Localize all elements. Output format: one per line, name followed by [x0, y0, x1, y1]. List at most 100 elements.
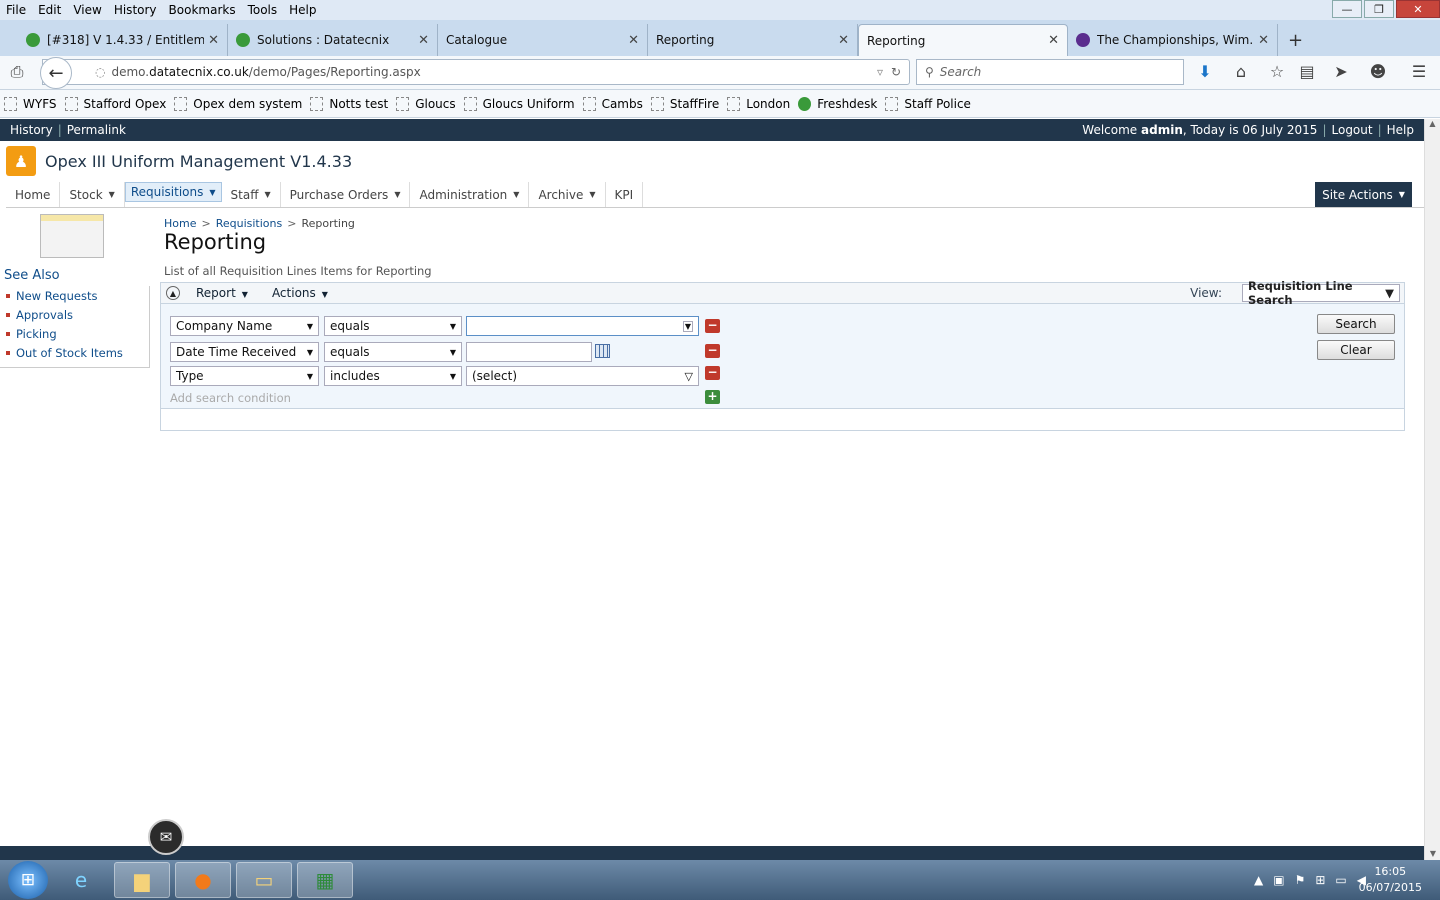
home-icon[interactable]: ⌂: [1230, 62, 1252, 81]
condition-field-select[interactable]: Type ▼: [170, 366, 319, 386]
sidebar-link-picking[interactable]: Picking: [6, 324, 149, 343]
logout-link[interactable]: Logout: [1332, 123, 1373, 137]
sidebar-link-new-requests[interactable]: New Requests: [6, 286, 149, 305]
bookmark-item[interactable]: Staff Police: [885, 96, 971, 111]
bookmark-item[interactable]: StaffFire: [650, 96, 719, 111]
condition-field-select[interactable]: Company Name ▼: [170, 316, 319, 336]
condition-operator-select[interactable]: equals ▼: [324, 342, 462, 362]
window-app-icon[interactable]: ▭: [236, 862, 292, 898]
menu-history[interactable]: History: [108, 3, 163, 17]
browser-search-input[interactable]: ⚲ Search: [916, 59, 1184, 85]
bookmark-item[interactable]: Stafford Opex: [64, 96, 166, 111]
bookmark-item[interactable]: Gloucs: [396, 96, 456, 111]
close-tab-icon[interactable]: ✕: [208, 33, 219, 48]
breadcrumb-home[interactable]: Home: [164, 217, 196, 230]
sidebar-link-approvals[interactable]: Approvals: [6, 305, 149, 324]
permalink-link[interactable]: Permalink: [67, 123, 126, 137]
back-button[interactable]: ←: [40, 57, 72, 89]
bookmark-item[interactable]: London: [727, 96, 790, 111]
nav-kpi[interactable]: KPI: [606, 182, 644, 207]
bookmark-star-icon[interactable]: ☆: [1266, 62, 1288, 81]
add-condition-placeholder[interactable]: Add search condition: [170, 391, 291, 405]
bookmark-item[interactable]: Cambs: [582, 96, 643, 111]
sidebar-link-out-of-stock[interactable]: Out of Stock Items: [6, 343, 149, 362]
condition-operator-select[interactable]: equals ▼: [324, 316, 462, 336]
reload-icon[interactable]: ↻: [891, 65, 901, 79]
bookmark-item[interactable]: Notts test: [310, 96, 388, 111]
menu-help[interactable]: Help: [283, 3, 322, 17]
menu-bookmarks[interactable]: Bookmarks: [163, 3, 242, 17]
close-tab-icon[interactable]: ✕: [838, 33, 849, 48]
site-logo-icon[interactable]: ♟: [6, 146, 36, 176]
close-window-button[interactable]: ✕: [1396, 0, 1440, 18]
browser-tab[interactable]: Catalogue ✕: [438, 24, 648, 56]
download-icon[interactable]: ⬇: [1194, 62, 1216, 81]
condition-operator-select[interactable]: includes ▼: [324, 366, 462, 386]
mail-icon[interactable]: ✉: [148, 819, 184, 855]
nav-staff[interactable]: Staff ▼: [222, 182, 281, 207]
chat-icon[interactable]: ☻: [1367, 62, 1389, 81]
clear-button[interactable]: Clear: [1317, 340, 1395, 360]
breadcrumb-requisitions[interactable]: Requisitions: [216, 217, 283, 230]
close-tab-icon[interactable]: ✕: [418, 33, 429, 48]
share-icon[interactable]: ➤: [1330, 62, 1352, 81]
browser-tab[interactable]: Solutions : Datatecnix ✕: [228, 24, 438, 56]
tray-expand-icon[interactable]: ▲: [1254, 873, 1263, 887]
taskbar-clock[interactable]: 16:05 06/07/2015: [1359, 864, 1422, 896]
maximize-button[interactable]: ❐: [1364, 0, 1394, 18]
add-condition-button[interactable]: +: [705, 390, 720, 404]
condition-field-select[interactable]: Date Time Received ▼: [170, 342, 319, 362]
reading-list-icon[interactable]: ▤: [1296, 62, 1318, 81]
print-icon[interactable]: ⎙: [6, 62, 28, 82]
close-tab-icon[interactable]: ✕: [628, 33, 639, 48]
scroll-up-icon[interactable]: ▲: [1425, 119, 1440, 128]
nav-requisitions[interactable]: Requisitions ▼: [124, 182, 222, 202]
search-button[interactable]: Search: [1317, 314, 1395, 334]
browser-tab-active[interactable]: Reporting ✕: [858, 24, 1068, 56]
help-link[interactable]: Help: [1387, 123, 1414, 137]
remove-condition-button[interactable]: −: [705, 319, 720, 333]
view-select[interactable]: Requisition Line Search ▼: [1242, 279, 1400, 307]
site-title[interactable]: Opex III Uniform Management V1.4.33: [45, 152, 352, 171]
actions-menu[interactable]: Actions ▼: [272, 286, 328, 300]
menu-file[interactable]: File: [0, 3, 32, 17]
hamburger-menu-icon[interactable]: ☰: [1408, 62, 1430, 81]
start-button[interactable]: ⊞: [8, 861, 48, 899]
filter-icon[interactable]: ▽: [685, 370, 693, 383]
company-name-combo[interactable]: ▼: [466, 316, 699, 336]
minimize-button[interactable]: —: [1332, 0, 1362, 18]
type-filter-select[interactable]: (select) ▽: [466, 366, 699, 386]
history-link[interactable]: History: [10, 123, 53, 137]
bookmark-item[interactable]: WYFS: [4, 96, 57, 111]
close-tab-icon[interactable]: ✕: [1048, 33, 1059, 48]
tray-app-icon[interactable]: ▣: [1273, 873, 1284, 887]
excel-icon[interactable]: ▦: [297, 862, 353, 898]
close-tab-icon[interactable]: ✕: [1258, 33, 1269, 48]
report-menu[interactable]: Report ▼: [196, 286, 248, 300]
nav-stock[interactable]: Stock ▼: [60, 182, 125, 207]
nav-archive[interactable]: Archive ▼: [529, 182, 606, 207]
vertical-scrollbar[interactable]: ▲ ▼: [1424, 119, 1440, 860]
remove-condition-button[interactable]: −: [705, 344, 720, 358]
windows-icon[interactable]: ⊞: [1315, 873, 1325, 887]
remove-condition-button[interactable]: −: [705, 366, 720, 380]
menu-tools[interactable]: Tools: [242, 3, 284, 17]
nav-purchase-orders[interactable]: Purchase Orders ▼: [281, 182, 411, 207]
date-input[interactable]: [466, 342, 592, 362]
file-explorer-icon[interactable]: ▆: [114, 862, 170, 898]
menu-edit[interactable]: Edit: [32, 3, 67, 17]
nav-administration[interactable]: Administration ▼: [410, 182, 530, 207]
menu-view[interactable]: View: [67, 3, 107, 17]
collapse-icon[interactable]: ▲: [166, 286, 180, 300]
bookmark-item[interactable]: Gloucs Uniform: [463, 96, 575, 111]
browser-tab[interactable]: [#318] V 1.4.33 / Entitleme...✕: [18, 24, 228, 56]
new-tab-button[interactable]: +: [1278, 24, 1313, 56]
url-bar[interactable]: ◌ demo. datatecnix.co.uk/demo/Pages/Repor…: [42, 59, 910, 85]
scroll-down-icon[interactable]: ▼: [1425, 849, 1440, 858]
internet-explorer-icon[interactable]: e: [53, 862, 109, 898]
site-actions-button[interactable]: Site Actions ▼: [1315, 182, 1412, 207]
calendar-icon[interactable]: [595, 344, 610, 358]
dropdown-icon[interactable]: ▿: [877, 65, 883, 79]
bookmark-item[interactable]: Freshdesk: [798, 96, 877, 111]
nav-home[interactable]: Home: [6, 182, 61, 207]
